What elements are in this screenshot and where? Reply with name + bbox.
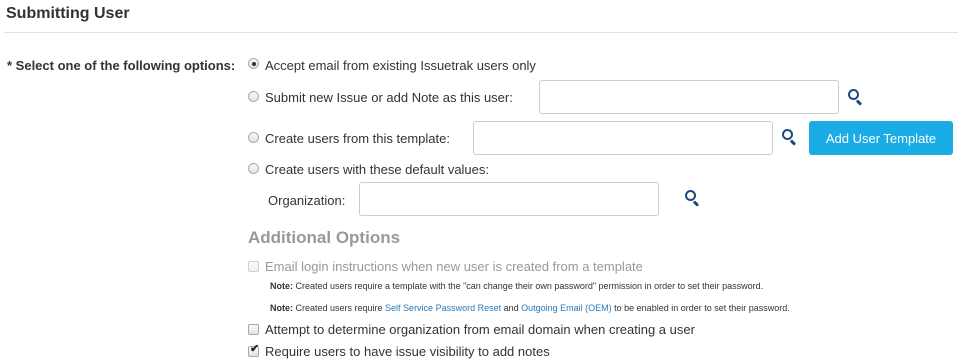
note-prefix: Note:	[270, 281, 293, 291]
add-user-template-button[interactable]: Add User Template	[809, 121, 953, 155]
note-text: Created users require a template with th…	[293, 281, 764, 291]
note-password-reset: Note: Created users require Self Service…	[270, 303, 790, 313]
checkmark-icon: ✔	[250, 343, 260, 355]
radio-submit-as-user[interactable]	[248, 91, 259, 102]
additional-options-heading: Additional Options	[248, 228, 401, 247]
checkbox-require-visibility-label: Require users to have issue visibility t…	[265, 344, 550, 359]
note-text: to be enabled in order to set their pass…	[611, 303, 790, 313]
radio-accept-existing[interactable]	[248, 58, 259, 69]
submit-as-user-input[interactable]	[539, 80, 839, 114]
self-service-password-reset-link[interactable]: Self Service Password Reset	[385, 303, 501, 313]
note-template-permission: Note: Created users require a template w…	[270, 281, 763, 291]
checkbox-org-from-domain[interactable]	[248, 324, 259, 335]
radio-from-template-label: Create users from this template:	[265, 131, 450, 146]
organization-label: Organization:	[268, 193, 346, 208]
radio-from-template[interactable]	[248, 132, 259, 143]
outgoing-email-link[interactable]: Outgoing Email (OEM)	[521, 303, 612, 313]
note-text: and	[501, 303, 522, 313]
radio-default-values[interactable]	[248, 163, 259, 174]
checkbox-email-login[interactable]	[248, 261, 259, 272]
section-divider	[4, 32, 958, 33]
checkbox-require-visibility[interactable]: ✔	[248, 343, 260, 357]
template-input[interactable]	[473, 121, 773, 155]
note-text: Created users require	[293, 303, 386, 313]
section-title: Submitting User	[6, 5, 130, 22]
radio-submit-as-user-label: Submit new Issue or add Note as this use…	[265, 90, 513, 105]
checkbox-org-from-domain-label: Attempt to determine organization from e…	[265, 322, 695, 337]
radio-default-values-label: Create users with these default values:	[265, 162, 490, 177]
organization-input[interactable]	[359, 182, 659, 216]
radio-accept-existing-label: Accept email from existing Issuetrak use…	[265, 58, 536, 73]
search-icon[interactable]	[685, 190, 701, 207]
checkbox-email-login-label: Email login instructions when new user i…	[265, 259, 643, 274]
search-icon[interactable]	[848, 89, 864, 106]
options-label: * Select one of the following options:	[7, 58, 236, 73]
note-prefix: Note:	[270, 303, 293, 313]
search-icon[interactable]	[782, 129, 798, 146]
